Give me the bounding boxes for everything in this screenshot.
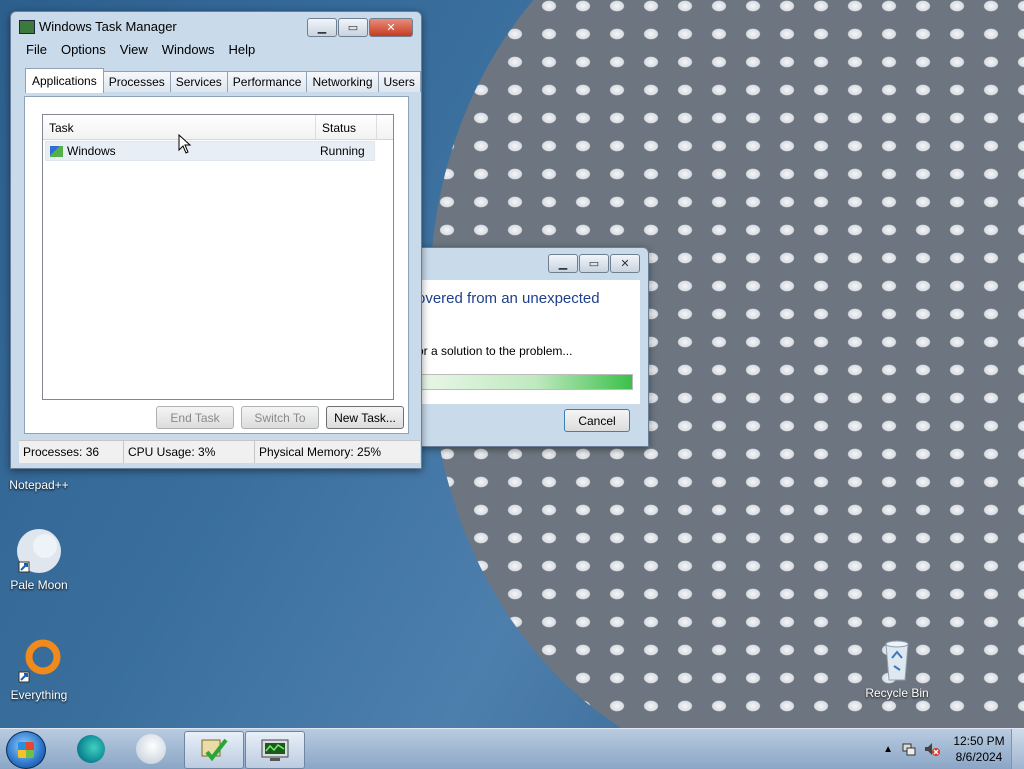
applications-list[interactable]: Task Status Windows Running [42, 114, 394, 400]
status-memory: Physical Memory: 25% [259, 445, 382, 459]
list-header: Task Status [43, 115, 393, 140]
taskbar: ▲ 12:50 PM 8/6/2024 [0, 728, 1024, 769]
tab-processes[interactable]: Processes [102, 71, 171, 92]
show-desktop-button[interactable] [1011, 729, 1024, 769]
taskbar-task-manager[interactable] [245, 731, 305, 769]
task-name: Windows [67, 144, 116, 158]
tray-expand-icon[interactable]: ▲ [883, 744, 893, 755]
recovery-progress-bar [417, 374, 633, 390]
recovery-progress-fill [418, 375, 632, 389]
menu-windows[interactable]: Windows [155, 40, 222, 60]
status-processes: Processes: 36 [19, 441, 124, 463]
pale-moon-icon [16, 528, 62, 574]
menu-options[interactable]: Options [54, 40, 113, 60]
desktop-icon-label: Pale Moon [10, 578, 68, 592]
window-title: Windows Task Manager [39, 19, 177, 34]
tab-networking[interactable]: Networking [306, 71, 379, 92]
everything-icon [16, 638, 62, 684]
menu-bar: File Options View Windows Help [19, 40, 262, 60]
minimize-button[interactable]: ▁ [548, 254, 578, 273]
task-manager-titlebar[interactable]: Windows Task Manager ▁ ▭ ✕ [11, 12, 421, 40]
windows-logo-icon [18, 742, 34, 758]
app-orb-icon [77, 735, 105, 763]
menu-help[interactable]: Help [221, 40, 262, 60]
clock-date: 8/6/2024 [955, 750, 1003, 764]
desktop-icon-label: Recycle Bin [865, 686, 929, 700]
desktop: Notepad++ Pale Moon Everything Recycle B… [0, 0, 1024, 728]
close-button[interactable]: ✕ [369, 18, 413, 37]
tab-applications[interactable]: Applications [25, 68, 104, 93]
new-task-button[interactable]: New Task... [326, 406, 404, 429]
clock-time: 12:50 PM [953, 734, 1005, 748]
status-cpu: CPU Usage: 3% [124, 441, 255, 463]
desktop-icon-label: Notepad++ [9, 478, 69, 492]
status-bar: Processes: 36 CPU Usage: 3% Physical Mem… [19, 440, 420, 463]
menu-view[interactable]: View [113, 40, 155, 60]
applications-panel: Task Status Windows Running End Task Swi… [24, 96, 409, 434]
tab-services[interactable]: Services [169, 71, 228, 92]
close-button[interactable]: ✕ [610, 254, 640, 273]
network-icon[interactable] [901, 741, 917, 757]
system-tray: ▲ 12:50 PM 8/6/2024 [883, 729, 1024, 769]
table-row[interactable]: Windows Running [45, 141, 375, 161]
recovery-message: or a solution to the problem... [417, 344, 573, 358]
pale-moon-icon [136, 734, 166, 764]
button-row: End Task Switch To New Task... [156, 406, 404, 429]
recovery-heading: overed from an unexpected [417, 290, 600, 307]
taskbar-pale-moon[interactable] [122, 731, 180, 767]
desktop-icon-everything[interactable]: Everything [4, 638, 74, 702]
installer-icon [201, 738, 228, 762]
windows-app-icon [50, 145, 63, 157]
desktop-icon-label: Everything [10, 688, 68, 702]
mouse-cursor-icon [178, 134, 192, 154]
switch-to-button[interactable]: Switch To [241, 406, 319, 429]
taskbar-app-1[interactable] [62, 731, 120, 767]
taskbar-app-installer[interactable] [184, 731, 244, 769]
minimize-button[interactable]: ▁ [307, 18, 337, 37]
tab-users[interactable]: Users [377, 71, 421, 92]
tab-performance[interactable]: Performance [226, 71, 308, 92]
desktop-icon-recycle-bin[interactable]: Recycle Bin [862, 636, 932, 700]
clock[interactable]: 12:50 PM 8/6/2024 [947, 733, 1011, 765]
maximize-button[interactable]: ▭ [579, 254, 609, 273]
maximize-button[interactable]: ▭ [338, 18, 368, 37]
desktop-icon-notepadpp[interactable]: Notepad++ [4, 478, 74, 492]
menu-file[interactable]: File [19, 40, 54, 60]
recycle-bin-icon [874, 636, 920, 682]
task-manager-icon [19, 20, 35, 34]
task-status: Running [320, 144, 365, 158]
task-manager-icon [261, 739, 289, 761]
cancel-button[interactable]: Cancel [564, 409, 630, 432]
tab-strip: Applications Processes Services Performa… [25, 67, 421, 93]
volume-muted-icon[interactable] [923, 741, 941, 757]
start-button[interactable] [6, 731, 46, 769]
column-header-status[interactable]: Status [316, 115, 377, 139]
desktop-icon-pale-moon[interactable]: Pale Moon [4, 528, 74, 592]
end-task-button[interactable]: End Task [156, 406, 234, 429]
task-manager-window[interactable]: Windows Task Manager ▁ ▭ ✕ File Options … [10, 11, 422, 469]
